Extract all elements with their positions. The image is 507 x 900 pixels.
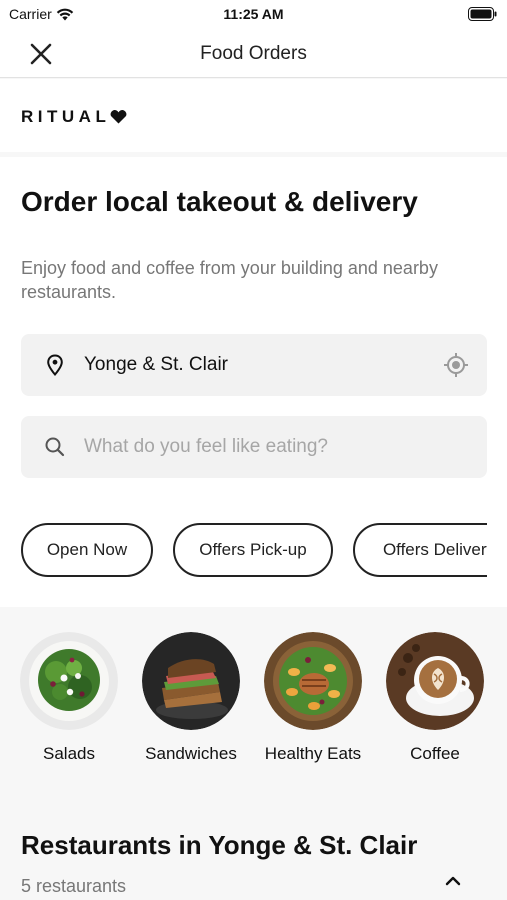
crosshair-icon[interactable] [443, 352, 469, 378]
location-value: Yonge & St. Clair [84, 354, 228, 375]
category-label: Salads [43, 744, 95, 763]
status-bar: Carrier 11:25 AM [0, 0, 507, 28]
filter-open-now[interactable]: Open Now [21, 523, 153, 577]
close-icon[interactable] [26, 39, 56, 69]
search-icon [45, 437, 65, 457]
brand-name: RITUAL [21, 107, 111, 126]
sandwiches-image [142, 632, 240, 730]
hero-title: Order local takeout & delivery [21, 186, 418, 217]
filter-offers-pickup[interactable]: Offers Pick-up [173, 523, 333, 577]
filter-chips: Open Now Offers Pick-up Offers Delivery [21, 523, 487, 579]
category-carousel: Salads Sandwiches Healthy Eats Coffee [0, 612, 507, 802]
search-field[interactable] [21, 416, 487, 478]
restaurants-count: 5 restaurants [21, 876, 127, 896]
battery-icon [468, 7, 497, 21]
search-input[interactable] [84, 436, 464, 458]
salads-image [20, 632, 118, 730]
category-sandwiches[interactable]: Sandwiches [141, 632, 241, 764]
category-salads[interactable]: Salads [19, 632, 119, 764]
category-healthy-eats[interactable]: Healthy Eats [263, 632, 363, 764]
category-label: Healthy Eats [264, 744, 362, 763]
location-field[interactable]: Yonge & St. Clair [21, 334, 487, 396]
category-label: Sandwiches [145, 744, 237, 763]
hero-subtitle: Enjoy food and coffee from your building… [21, 258, 438, 302]
chevron-up-icon[interactable] [440, 868, 466, 894]
restaurants-title: Restaurants in Yonge & St. Clair [21, 830, 418, 860]
page-title: Food Orders [200, 43, 307, 64]
hero-section: Order local takeout & delivery Enjoy foo… [0, 157, 507, 607]
filter-offers-delivery[interactable]: Offers Delivery [353, 523, 487, 577]
category-coffee[interactable]: Coffee [385, 632, 485, 764]
healthy-eats-image [264, 632, 362, 730]
restaurants-section: Restaurants in Yonge & St. Clair 5 resta… [0, 802, 507, 900]
category-label: Coffee [410, 744, 460, 763]
location-pin-icon [47, 354, 63, 377]
coffee-image [386, 632, 484, 730]
nav-bar: Food Orders [0, 28, 507, 78]
status-time: 11:25 AM [223, 6, 284, 22]
heart-icon [110, 110, 127, 124]
brand-bar: RITUAL [0, 79, 507, 152]
ritual-logo: RITUAL [21, 107, 127, 127]
